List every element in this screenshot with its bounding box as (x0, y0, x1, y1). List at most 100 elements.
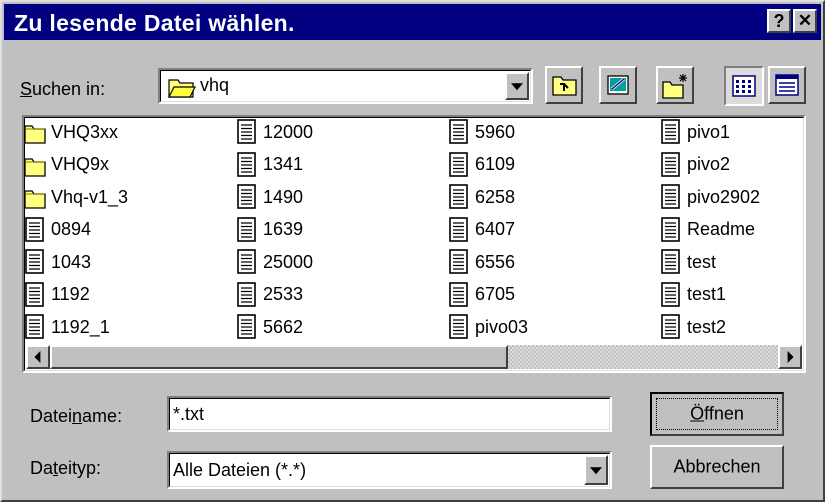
window-title: Zu lesende Datei wählen. (14, 10, 295, 36)
look-in-label-rest: uchen in: (32, 79, 106, 99)
chevron-down-icon (511, 83, 523, 91)
file-name: pivo1 (687, 121, 731, 142)
filetype-combobox[interactable]: Alle Dateien (*.*) (167, 451, 612, 489)
cancel-button[interactable]: Abbrechen (650, 445, 784, 489)
filename-input-border (169, 398, 610, 430)
filename-label-pre: Datei (30, 406, 73, 426)
text-file-icon (661, 249, 680, 274)
file-list-item[interactable]: 1490 (236, 182, 303, 212)
file-name: 1341 (263, 154, 304, 174)
file-name: 6407 (475, 219, 516, 239)
file-name: 6556 (475, 251, 516, 272)
file-list-item[interactable]: 12000 (236, 117, 313, 147)
file-list-item[interactable]: 1043 (24, 247, 91, 277)
file-list-item[interactable]: pivo2902 (660, 182, 760, 212)
text-file-icon (449, 216, 468, 242)
text-file-icon (237, 151, 256, 177)
file-list-item[interactable]: 6705 (448, 280, 515, 310)
text-file-icon (237, 216, 256, 242)
file-list-item[interactable]: pivo03 (448, 312, 528, 342)
text-file-icon (237, 249, 256, 274)
text-file-icon (449, 184, 468, 209)
file-list-item[interactable]: 2533 (236, 280, 303, 310)
text-file-icon (661, 151, 680, 177)
file-list-item[interactable]: 5960 (448, 117, 515, 147)
file-list-item[interactable]: pivo2 (660, 150, 730, 180)
look-in-label-mnemonic: S (20, 79, 33, 99)
look-in-label: Suchen in: (20, 79, 105, 100)
scrollbar-thumb[interactable] (50, 345, 508, 369)
new-folder-icon (662, 74, 687, 99)
file-list-item[interactable]: 6258 (448, 182, 515, 212)
filetype-dropdown-button[interactable] (584, 455, 608, 485)
file-list-item[interactable]: pivo1 (660, 117, 730, 147)
folder-icon (24, 190, 46, 209)
desktop-button[interactable] (599, 66, 637, 104)
filetype-label: Dateityp: (30, 458, 101, 479)
details-view-button[interactable] (768, 66, 806, 104)
file-list-item[interactable]: Vhq-v1_3 (24, 182, 128, 212)
file-list-item[interactable]: Readme (660, 215, 755, 245)
file-name: 1192_1 (51, 316, 110, 337)
file-list-item[interactable]: VHQ3xx (24, 117, 118, 147)
filetype-value: Alle Dateien (*.*) (173, 460, 307, 480)
text-file-icon (661, 314, 680, 339)
open-button[interactable]: Öffnen (650, 392, 784, 436)
text-file-icon (237, 184, 256, 209)
file-list-item[interactable]: 6556 (448, 247, 515, 277)
filename-input[interactable]: *.txt (167, 396, 612, 432)
details-view-icon (775, 74, 799, 96)
file-name: test1 (687, 284, 727, 304)
look-in-dropdown-button[interactable] (505, 72, 529, 100)
file-name: Vhq-v1_3 (51, 186, 129, 207)
look-in-combobox[interactable]: vhq (158, 68, 533, 104)
file-list-item[interactable]: VHQ9x (24, 150, 109, 180)
file-list-item[interactable]: 1341 (236, 150, 303, 180)
arrow-right-icon (787, 351, 794, 363)
close-button[interactable]: ✕ (793, 9, 817, 33)
file-list-item[interactable]: test2 (660, 312, 726, 342)
file-name: VHQ3xx (51, 121, 119, 142)
file-name: 2533 (263, 284, 304, 304)
scroll-right-button[interactable] (778, 345, 802, 369)
file-list-item[interactable]: 5662 (236, 312, 303, 342)
file-list-items: VHQ3xx VHQ9x Vhq-v1_3 0894 1043 1192 1192_1 120… (24, 117, 804, 345)
open-file-dialog: Zu lesende Datei wählen. ? ✕ Suchen in: … (0, 0, 825, 502)
file-name: pivo2 (687, 154, 731, 174)
file-list-item[interactable]: 0894 (24, 215, 91, 245)
file-list-item[interactable]: 25000 (236, 247, 313, 277)
title-bar[interactable]: Zu lesende Datei wählen. ? ✕ (4, 4, 821, 40)
file-list-item[interactable]: 1192_1 (24, 312, 110, 342)
text-file-icon (449, 314, 468, 339)
text-file-icon (449, 281, 468, 307)
horizontal-scrollbar[interactable] (26, 345, 802, 369)
text-file-icon (449, 151, 468, 177)
file-list-item[interactable]: 1639 (236, 215, 303, 245)
file-name: 6109 (475, 154, 516, 174)
text-file-icon (449, 249, 468, 274)
text-file-icon (449, 119, 468, 144)
list-view-icon (732, 75, 756, 97)
new-folder-button[interactable] (656, 66, 694, 104)
up-one-level-button[interactable] (545, 66, 583, 104)
file-list-item[interactable]: test (660, 247, 716, 277)
filename-label-mnemonic: n (72, 406, 83, 426)
file-list-item[interactable]: 6407 (448, 215, 515, 245)
filename-value: *.txt (173, 404, 205, 424)
file-name: 6258 (475, 186, 516, 207)
open-button-mnemonic: Ö (690, 403, 705, 424)
file-name: test2 (687, 316, 727, 337)
text-file-icon (237, 119, 256, 144)
scroll-left-button[interactable] (26, 345, 50, 369)
filetype-label-rest: eityp: (58, 458, 102, 478)
text-file-icon (237, 314, 256, 339)
file-list-item[interactable]: 1192 (24, 280, 90, 310)
file-name: 6705 (475, 284, 516, 304)
list-view-button[interactable] (724, 66, 764, 106)
filename-label-rest: ame: (82, 406, 123, 426)
file-list-item[interactable]: test1 (660, 280, 726, 310)
help-button[interactable]: ? (767, 9, 791, 33)
file-list-item[interactable]: 6109 (448, 150, 515, 180)
text-file-icon (25, 216, 44, 242)
text-file-icon (237, 281, 256, 307)
